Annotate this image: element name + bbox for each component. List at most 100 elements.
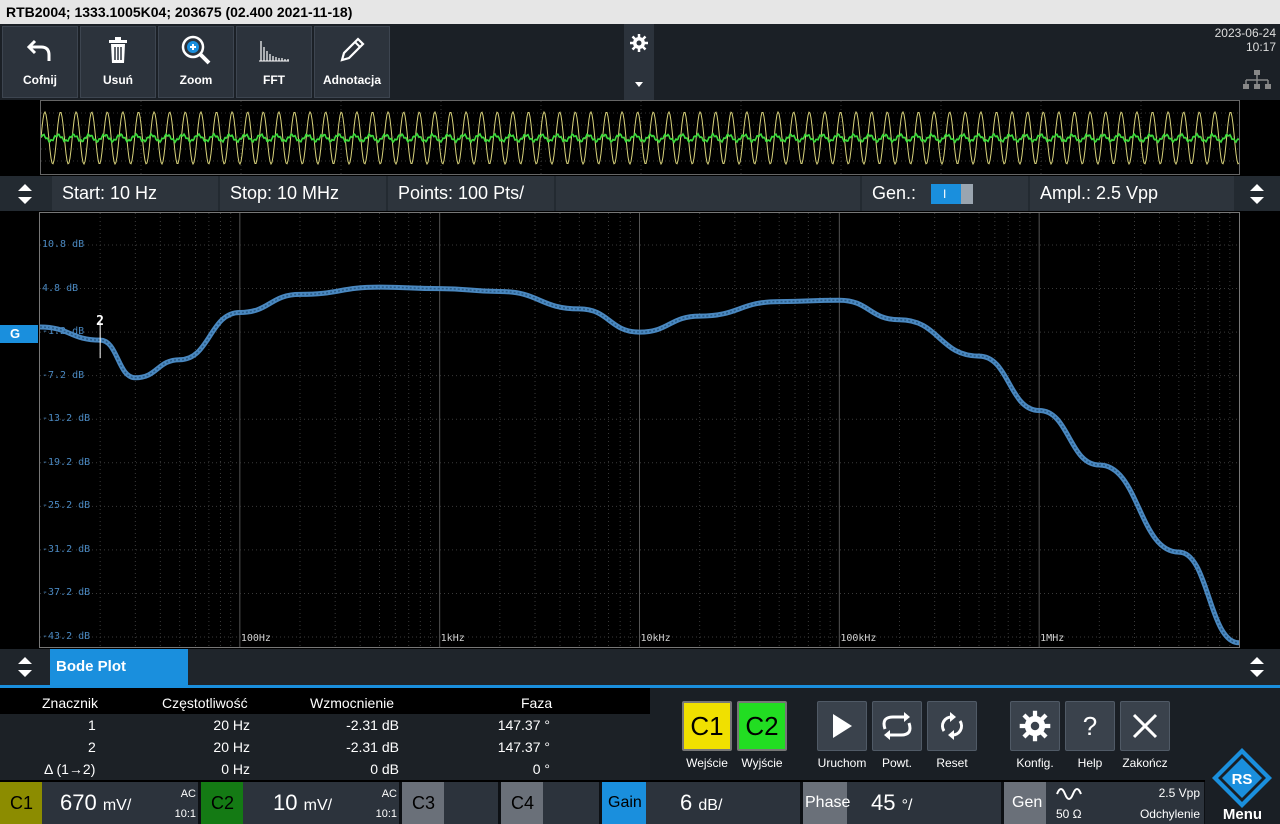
gen-amplitude: 2.5 Vpp — [1158, 786, 1200, 800]
c2-scale: 10 mV/ — [273, 782, 332, 824]
gain-scale-box[interactable]: Gain 6 dB/ — [602, 782, 800, 824]
c4-tag: C4 — [501, 782, 543, 824]
help-button[interactable]: ? — [1065, 701, 1115, 751]
reset-label: Reset — [936, 756, 968, 770]
reset-button[interactable] — [927, 701, 977, 751]
tab-scroll-left-button[interactable] — [6, 649, 44, 684]
y-tick-label: -19.2 dB — [42, 456, 91, 468]
c3-tag: C3 — [402, 782, 444, 824]
x-tick-label: 1kHz — [440, 633, 465, 644]
delete-button[interactable]: Usuń — [80, 26, 156, 98]
points-field[interactable]: Points: 100 Pts/ — [388, 176, 554, 211]
scroll-updown-right-button[interactable] — [1238, 176, 1276, 211]
channel-c3[interactable]: C3 — [402, 782, 498, 824]
x-tick-label: 10kHz — [640, 633, 671, 644]
header-frequency: Częstotliwość — [162, 695, 248, 711]
delete-label: Usuń — [103, 73, 133, 87]
y-tick-label: 10.8 dB — [42, 239, 85, 250]
output-c2-button[interactable]: C2 — [737, 701, 787, 751]
config-button[interactable] — [1010, 701, 1060, 751]
y-tick-label: -13.2 dB — [42, 413, 91, 425]
run-button[interactable] — [817, 701, 867, 751]
tab-bode-plot[interactable]: Bode Plot — [50, 649, 188, 685]
updown-arrow-icon — [1250, 656, 1264, 677]
bode-plot-area[interactable]: 10.8 dB 4.8 dB -1.2 dB -7.2 dB -13.2 dB -19.2… — [39, 212, 1240, 648]
amplitude-field[interactable]: Ampl.: 2.5 Vpp — [1030, 176, 1234, 211]
generator-box[interactable]: Gen 50 Ω 2.5 Vpp Odchylenie — [1004, 782, 1204, 824]
menu-button[interactable]: RS Menu — [1205, 744, 1280, 824]
channel-c2[interactable]: C2 10 mV/ AC 10:1 — [201, 782, 399, 824]
repeat-icon — [882, 712, 912, 740]
scroll-updown-left-button[interactable] — [6, 176, 44, 211]
c1-scale: 670 mV/ — [60, 782, 131, 824]
phase-tag: Phase — [803, 782, 850, 824]
x-tick-label: 1MHz — [1040, 633, 1065, 644]
gain-scale: 6 dB/ — [680, 782, 722, 824]
control-panel: C1 Wejście C2 Wyjście Uruchom Powt. Rese… — [650, 688, 1280, 780]
marker-arrow-icon — [30, 325, 38, 343]
phase-scale: 45 °/ — [871, 782, 912, 824]
gen-offset: Odchylenie — [1139, 807, 1200, 821]
marker-2-label[interactable]: 2 — [96, 314, 104, 329]
annotation-button[interactable]: Adnotacja — [314, 26, 390, 98]
generator-toggle-field[interactable]: Gen.: I — [862, 176, 1028, 211]
start-frequency-field[interactable]: Start: 10 Hz — [52, 176, 218, 211]
sine-wave-icon — [1056, 788, 1082, 800]
settings-empty-cell — [556, 176, 860, 211]
cell-marker: Δ (1→2) — [44, 761, 96, 777]
c2-scale-value: 10 — [273, 790, 298, 815]
x-tick-label: 100Hz — [240, 633, 271, 644]
undo-icon — [25, 27, 55, 73]
table-row: 1 20 Hz -2.31 dB 147.37 ° — [0, 714, 650, 736]
fft-button[interactable]: FFT — [236, 26, 312, 98]
sweep-settings-bar: Start: 10 Hz Stop: 10 MHz Points: 100 Pt… — [0, 176, 1280, 211]
channel-bar: C1 670 mV/ AC 10:1 C2 10 mV/ AC 10:1 C3 … — [0, 782, 1205, 824]
c1-ratio: 10:1 — [174, 808, 196, 820]
window-title: RTB2004; 1333.1005K04; 203675 (02.400 20… — [0, 0, 1280, 24]
gain-scale-unit: dB/ — [698, 797, 723, 814]
c2-ratio: 10:1 — [375, 808, 397, 820]
table-header-row: Znacznik Częstotliwość Wzmocnienie Faza — [0, 692, 650, 714]
close-icon — [1132, 713, 1158, 739]
gen-state: I — [943, 187, 947, 202]
datetime: 2023-06-24 10:17 — [1215, 26, 1276, 54]
zoom-button[interactable]: Zoom — [158, 26, 234, 98]
c2-tag: C2 — [201, 782, 243, 824]
waveform-overview — [40, 100, 1240, 175]
play-icon — [833, 714, 852, 738]
cell-gain: -2.31 dB — [346, 717, 399, 733]
gain-tag: Gain — [602, 782, 646, 824]
gen-toggle-switch[interactable]: I — [931, 184, 974, 205]
channel-c1[interactable]: C1 670 mV/ AC 10:1 — [0, 782, 198, 824]
zoom-icon — [180, 27, 212, 73]
output-c2-label: C2 — [745, 710, 779, 741]
table-row: 2 20 Hz -2.31 dB 147.37 ° — [0, 736, 650, 758]
phase-scale-box[interactable]: Phase 45 °/ — [803, 782, 1001, 824]
c2-coupling: AC — [381, 788, 397, 800]
gen-label: Gen.: — [872, 183, 917, 203]
cell-phase: 0 ° — [532, 761, 550, 777]
table-row: Δ (1→2) 0 Hz 0 dB 0 ° — [0, 758, 650, 780]
cell-frequency: 20 Hz — [213, 717, 250, 733]
toolbar-settings-button[interactable] — [624, 24, 654, 100]
channel-c4[interactable]: C4 — [501, 782, 599, 824]
repeat-button[interactable] — [872, 701, 922, 751]
y-tick-label: -25.2 dB — [42, 500, 91, 512]
time-text: 10:17 — [1245, 40, 1276, 54]
exit-button[interactable] — [1120, 701, 1170, 751]
zoom-label: Zoom — [179, 73, 213, 87]
c2-scale-unit: mV/ — [303, 797, 333, 814]
input-c1-button[interactable]: C1 — [682, 701, 732, 751]
output-label: Wyjście — [741, 756, 783, 770]
tab-bar: Bode Plot — [0, 649, 1280, 685]
c1-tag: C1 — [0, 782, 42, 824]
exit-label: Zakończ — [1122, 756, 1168, 770]
stop-frequency-field[interactable]: Stop: 10 MHz — [220, 176, 386, 211]
trash-icon — [103, 27, 133, 73]
annotation-label: Adnotacja — [322, 73, 381, 87]
y-tick-label: -31.2 dB — [42, 543, 91, 555]
marker-results-table: Znacznik Częstotliwość Wzmocnienie Faza … — [0, 688, 650, 780]
fft-icon — [257, 27, 291, 73]
undo-button[interactable]: Cofnij — [2, 26, 78, 98]
tab-scroll-right-button[interactable] — [1238, 649, 1276, 684]
